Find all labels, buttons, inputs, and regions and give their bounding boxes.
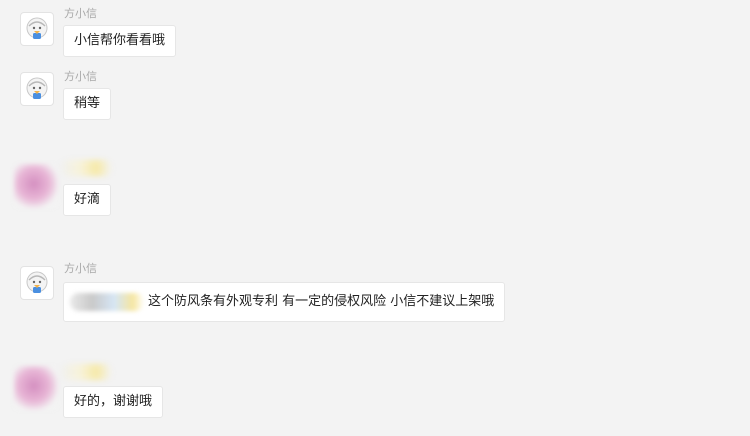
sender-name: 方小信 <box>64 70 97 83</box>
message-bubble[interactable]: 小信帮你看看哦 <box>63 25 177 57</box>
bot-avatar-icon <box>26 17 48 39</box>
sender-name: 方小信 <box>64 7 97 20</box>
message-bubble[interactable]: 好滴 <box>63 184 112 216</box>
message-bubble[interactable]: 这个防风条有外观专利 有一定的侵权风险 小信不建议上架哦 <box>63 282 506 322</box>
bot-avatar[interactable] <box>20 72 54 106</box>
message-text: 这个防风条有外观专利 有一定的侵权风险 小信不建议上架哦 <box>148 294 495 309</box>
user-avatar[interactable] <box>14 366 58 410</box>
message-bubble[interactable]: 好的，谢谢哦 <box>63 386 164 418</box>
user-avatar[interactable] <box>14 164 58 208</box>
message-bubble[interactable]: 稍等 <box>63 88 112 120</box>
redacted-image-region <box>70 292 144 311</box>
sender-name-redacted <box>60 364 112 380</box>
sender-name: 方小信 <box>64 262 97 275</box>
sender-name-redacted <box>60 160 112 176</box>
bot-avatar-icon <box>26 271 48 293</box>
bot-avatar[interactable] <box>20 12 54 46</box>
bot-avatar-icon <box>26 77 48 99</box>
bot-avatar[interactable] <box>20 266 54 300</box>
